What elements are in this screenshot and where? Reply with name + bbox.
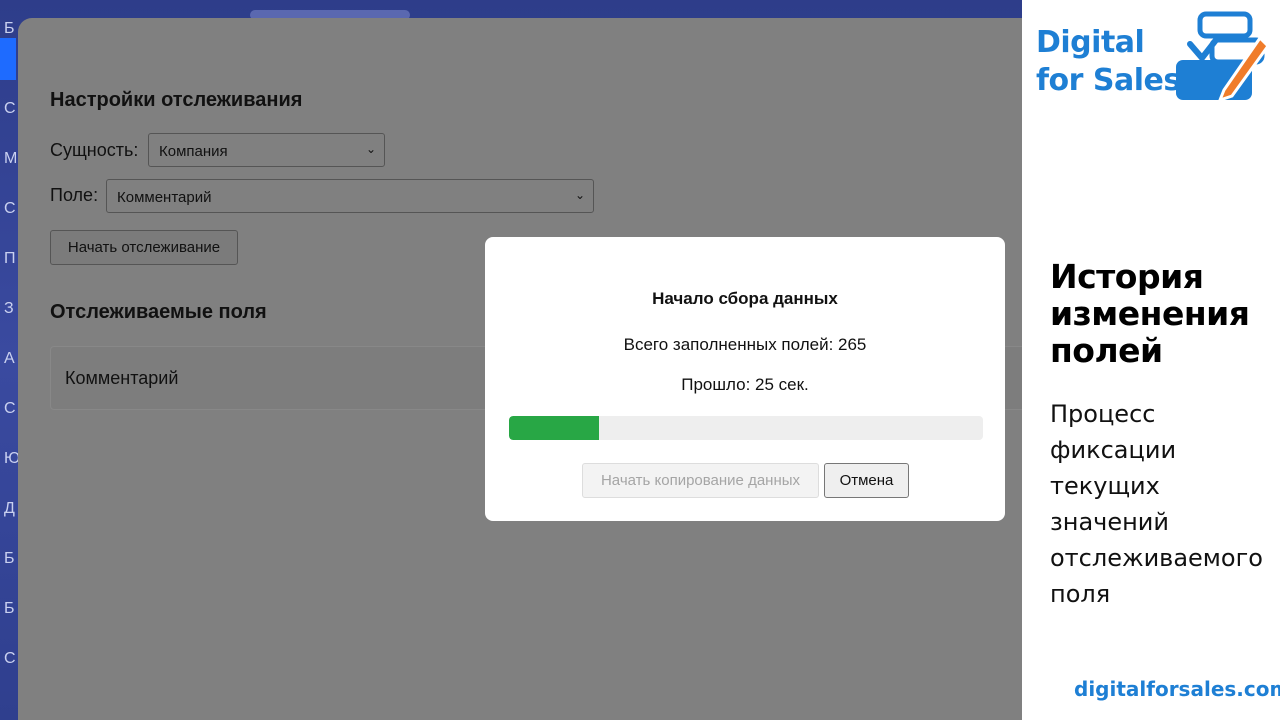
sidebar-item[interactable]: С [4, 200, 16, 218]
promo-desc-line: фиксации [1050, 436, 1177, 464]
promo-title-line: изменения [1050, 294, 1250, 333]
promo-title: История изменения полей [1050, 257, 1250, 370]
sidebar-item[interactable]: Б [4, 550, 15, 568]
brand-name: Digital for Sales [1036, 24, 1181, 100]
promo-desc-line: значений [1050, 508, 1169, 536]
elapsed-time-text: Прошло: 25 сек. [681, 375, 809, 394]
entity-label: Сущность: [50, 140, 139, 160]
progress-bar-fill [509, 416, 600, 440]
field-select[interactable]: Комментарий ⌄ [106, 179, 594, 213]
chevron-down-icon: ⌄ [574, 188, 585, 202]
sidebar-item[interactable]: З [4, 300, 14, 318]
tracked-fields-heading: Отслеживаемые поля [50, 301, 267, 323]
cancel-button[interactable]: Отмена [824, 463, 909, 498]
promo-desc-line: поля [1050, 580, 1111, 608]
sidebar-item[interactable]: Б [4, 20, 15, 38]
field-label: Поле: [50, 185, 99, 205]
sidebar-item[interactable]: М [4, 150, 17, 168]
sidebar-item[interactable]: Б [4, 600, 15, 618]
sidebar-item[interactable]: С [4, 100, 16, 118]
promo-desc-line: Процесс [1050, 400, 1156, 428]
promo-title-line: История [1050, 257, 1204, 296]
entity-select[interactable]: Компания ⌄ [148, 133, 385, 167]
sidebar-item[interactable]: С [4, 650, 16, 668]
entity-select-value: Компания [159, 143, 228, 160]
settings-heading: Настройки отслеживания [50, 89, 303, 111]
start-copy-button[interactable]: Начать копирование данных [582, 463, 819, 498]
total-fields-text: Всего заполненных полей: 265 [623, 335, 867, 354]
promo-column: Digital for Sales История изменения поле… [1022, 0, 1280, 720]
sidebar-item[interactable]: С [4, 400, 16, 418]
promo-desc-line: отслеживаемого [1050, 544, 1263, 572]
field-select-value: Комментарий [117, 189, 212, 206]
sidebar-item[interactable]: П [4, 250, 16, 268]
tracked-field-label: Комментарий [65, 368, 179, 388]
sidebar-item[interactable]: А [4, 350, 15, 368]
progress-bar [509, 416, 983, 440]
website-link[interactable]: digitalforsales.com [1074, 677, 1280, 701]
chevron-down-icon: ⌄ [365, 142, 376, 156]
sidebar: Б С М С П З А С Ю Д Б Б С [0, 0, 20, 720]
brand-line-2: for Sales [1036, 63, 1181, 98]
data-collection-modal: Начало сбора данных Всего заполненных по… [485, 237, 1005, 521]
brand-line-1: Digital [1036, 25, 1145, 60]
logo-icon [1176, 11, 1270, 103]
start-tracking-button[interactable]: Начать отслеживание [50, 230, 238, 265]
sidebar-item[interactable]: Д [4, 500, 15, 518]
promo-desc-line: текущих [1050, 472, 1160, 500]
promo-description: Процесс фиксации текущих значений отслеж… [1050, 396, 1263, 612]
promo-title-line: полей [1050, 331, 1163, 370]
modal-title: Начало сбора данных [652, 289, 838, 308]
